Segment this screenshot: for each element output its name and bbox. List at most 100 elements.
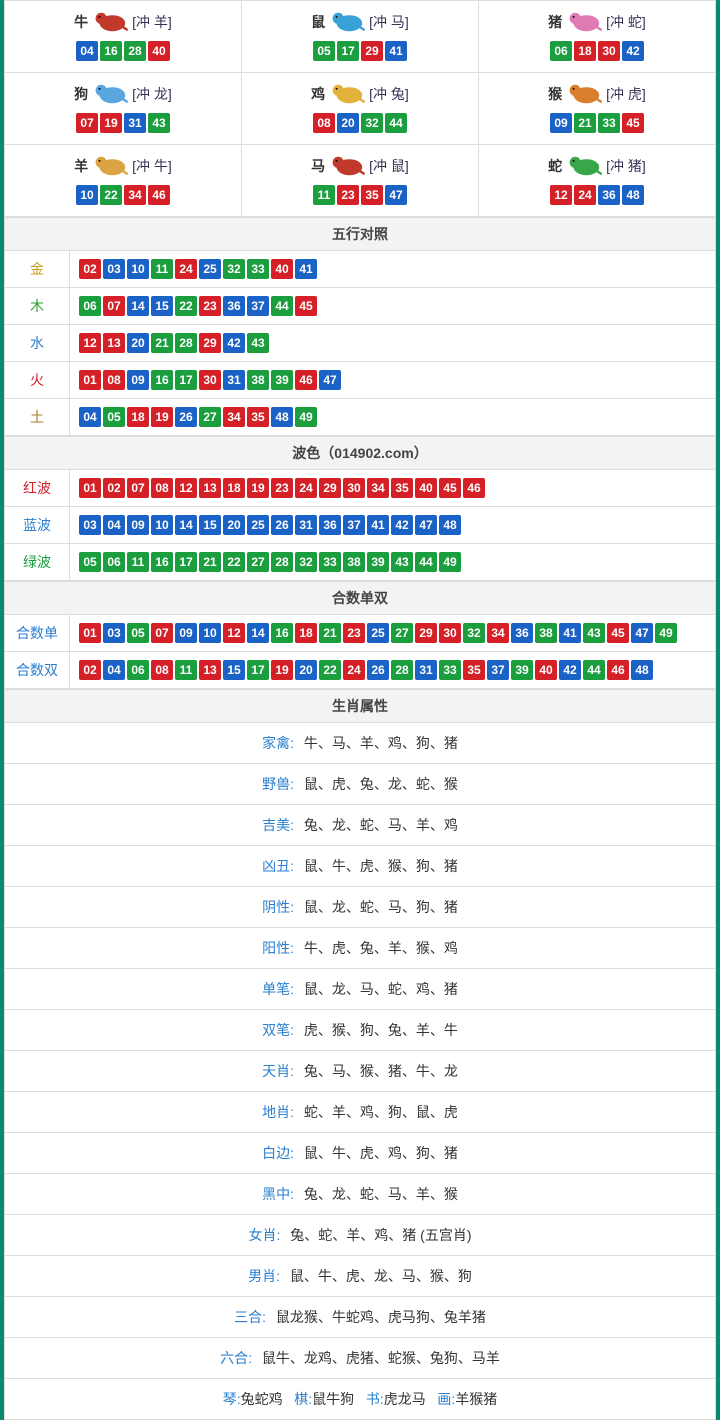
number-ball: 37 bbox=[343, 515, 365, 535]
number-ball: 24 bbox=[295, 478, 317, 498]
number-ball: 05 bbox=[103, 407, 125, 427]
number-ball: 11 bbox=[175, 660, 197, 680]
zodiac-balls: 09213345 bbox=[479, 108, 715, 134]
number-ball: 20 bbox=[223, 515, 245, 535]
number-ball: 40 bbox=[271, 259, 293, 279]
number-ball: 03 bbox=[103, 259, 125, 279]
row-balls: 03040910141520252631363741424748 bbox=[70, 507, 716, 544]
ox-icon bbox=[90, 7, 130, 36]
number-ball: 46 bbox=[295, 370, 317, 390]
number-ball: 33 bbox=[247, 259, 269, 279]
number-ball: 29 bbox=[199, 333, 221, 353]
number-ball: 48 bbox=[439, 515, 461, 535]
attr-val: 鼠、牛、虎、鸡、狗、猪 bbox=[304, 1145, 458, 1161]
number-ball: 44 bbox=[415, 552, 437, 572]
attr-val: 兔、龙、蛇、马、羊、鸡 bbox=[304, 817, 458, 833]
number-ball: 19 bbox=[100, 113, 122, 133]
number-ball: 46 bbox=[148, 185, 170, 205]
zodiac-name: 鼠 bbox=[311, 12, 325, 32]
attr-key: 单笔: bbox=[262, 981, 294, 997]
number-ball: 31 bbox=[223, 370, 245, 390]
attr-val: 鼠、牛、虎、猴、狗、猪 bbox=[304, 858, 458, 874]
number-ball: 21 bbox=[199, 552, 221, 572]
dog-icon bbox=[90, 79, 130, 108]
last-k-d: 画: bbox=[437, 1391, 455, 1407]
number-ball: 42 bbox=[559, 660, 581, 680]
number-ball: 07 bbox=[151, 623, 173, 643]
attr-row: 白边: 鼠、牛、虎、鸡、狗、猪 bbox=[5, 1133, 716, 1174]
number-ball: 43 bbox=[391, 552, 413, 572]
number-ball: 35 bbox=[361, 185, 383, 205]
row-label: 金 bbox=[5, 251, 70, 288]
heshu-header: 合数单双 bbox=[5, 582, 716, 615]
number-ball: 23 bbox=[337, 185, 359, 205]
number-ball: 08 bbox=[313, 113, 335, 133]
goat-icon bbox=[90, 151, 130, 180]
number-ball: 39 bbox=[511, 660, 533, 680]
row-label: 火 bbox=[5, 362, 70, 399]
attr-key: 阳性: bbox=[262, 940, 294, 956]
number-ball: 12 bbox=[550, 185, 572, 205]
attr-key: 吉美: bbox=[262, 817, 294, 833]
number-ball: 36 bbox=[598, 185, 620, 205]
number-ball: 45 bbox=[622, 113, 644, 133]
zodiac-name: 羊 bbox=[74, 156, 88, 176]
number-ball: 43 bbox=[583, 623, 605, 643]
number-ball: 10 bbox=[76, 185, 98, 205]
number-ball: 22 bbox=[175, 296, 197, 316]
number-ball: 42 bbox=[391, 515, 413, 535]
attr-row: 双笔: 虎、猴、狗、兔、羊、牛 bbox=[5, 1010, 716, 1051]
number-ball: 49 bbox=[439, 552, 461, 572]
attr-row: 地肖: 蛇、羊、鸡、狗、鼠、虎 bbox=[5, 1092, 716, 1133]
number-ball: 22 bbox=[223, 552, 245, 572]
row-label: 合数双 bbox=[5, 652, 70, 689]
zodiac-cell: 猴 [冲 虎] 09213345 bbox=[479, 73, 716, 145]
number-ball: 04 bbox=[103, 515, 125, 535]
attr-row: 男肖: 鼠、牛、虎、龙、马、猴、狗 bbox=[5, 1256, 716, 1297]
last-v-c: 虎龙马 bbox=[384, 1391, 426, 1407]
zodiac-balls: 04162840 bbox=[5, 36, 241, 62]
zodiac-cell: 牛 [冲 羊] 04162840 bbox=[5, 1, 242, 73]
number-ball: 47 bbox=[631, 623, 653, 643]
number-ball: 45 bbox=[295, 296, 317, 316]
number-ball: 36 bbox=[223, 296, 245, 316]
number-ball: 10 bbox=[127, 259, 149, 279]
number-ball: 07 bbox=[103, 296, 125, 316]
attr-val: 牛、马、羊、鸡、狗、猪 bbox=[304, 735, 458, 751]
number-ball: 31 bbox=[124, 113, 146, 133]
number-ball: 09 bbox=[175, 623, 197, 643]
row-balls: 0102070812131819232429303435404546 bbox=[70, 470, 716, 507]
number-ball: 40 bbox=[415, 478, 437, 498]
number-ball: 27 bbox=[199, 407, 221, 427]
number-ball: 48 bbox=[271, 407, 293, 427]
zodiac-name: 马 bbox=[311, 156, 325, 176]
number-ball: 23 bbox=[271, 478, 293, 498]
number-ball: 05 bbox=[313, 41, 335, 61]
number-ball: 33 bbox=[319, 552, 341, 572]
zodiac-chong: [冲 鼠] bbox=[369, 156, 409, 176]
number-ball: 06 bbox=[550, 41, 572, 61]
zodiac-cell: 蛇 [冲 猪] 12243648 bbox=[479, 145, 716, 217]
attr-row: 三合: 鼠龙猴、牛蛇鸡、虎马狗、兔羊猪 bbox=[5, 1297, 716, 1338]
number-ball: 34 bbox=[367, 478, 389, 498]
number-ball: 19 bbox=[271, 660, 293, 680]
zodiac-balls: 05172941 bbox=[242, 36, 478, 62]
attr-key: 白边: bbox=[262, 1145, 294, 1161]
number-ball: 16 bbox=[151, 370, 173, 390]
attr-val: 兔、蛇、羊、鸡、猪 (五宫肖) bbox=[290, 1227, 471, 1243]
number-ball: 24 bbox=[574, 185, 596, 205]
pig-icon bbox=[564, 7, 604, 36]
heshu-table: 合数单双 合数单 0103050709101214161821232527293… bbox=[4, 581, 716, 689]
attr-row: 吉美: 兔、龙、蛇、马、羊、鸡 bbox=[5, 805, 716, 846]
number-ball: 39 bbox=[367, 552, 389, 572]
number-ball: 17 bbox=[175, 370, 197, 390]
number-ball: 43 bbox=[247, 333, 269, 353]
attr-row: 六合: 鼠牛、龙鸡、虎猪、蛇猴、兔狗、马羊 bbox=[5, 1338, 716, 1379]
zodiac-balls: 12243648 bbox=[479, 180, 715, 206]
attr-row: 天肖: 兔、马、猴、猪、牛、龙 bbox=[5, 1051, 716, 1092]
number-ball: 22 bbox=[100, 185, 122, 205]
wuxing-header: 五行对照 bbox=[5, 218, 716, 251]
attr-key: 地肖: bbox=[262, 1104, 294, 1120]
attr-row: 凶丑: 鼠、牛、虎、猴、狗、猪 bbox=[5, 846, 716, 887]
number-ball: 43 bbox=[148, 113, 170, 133]
